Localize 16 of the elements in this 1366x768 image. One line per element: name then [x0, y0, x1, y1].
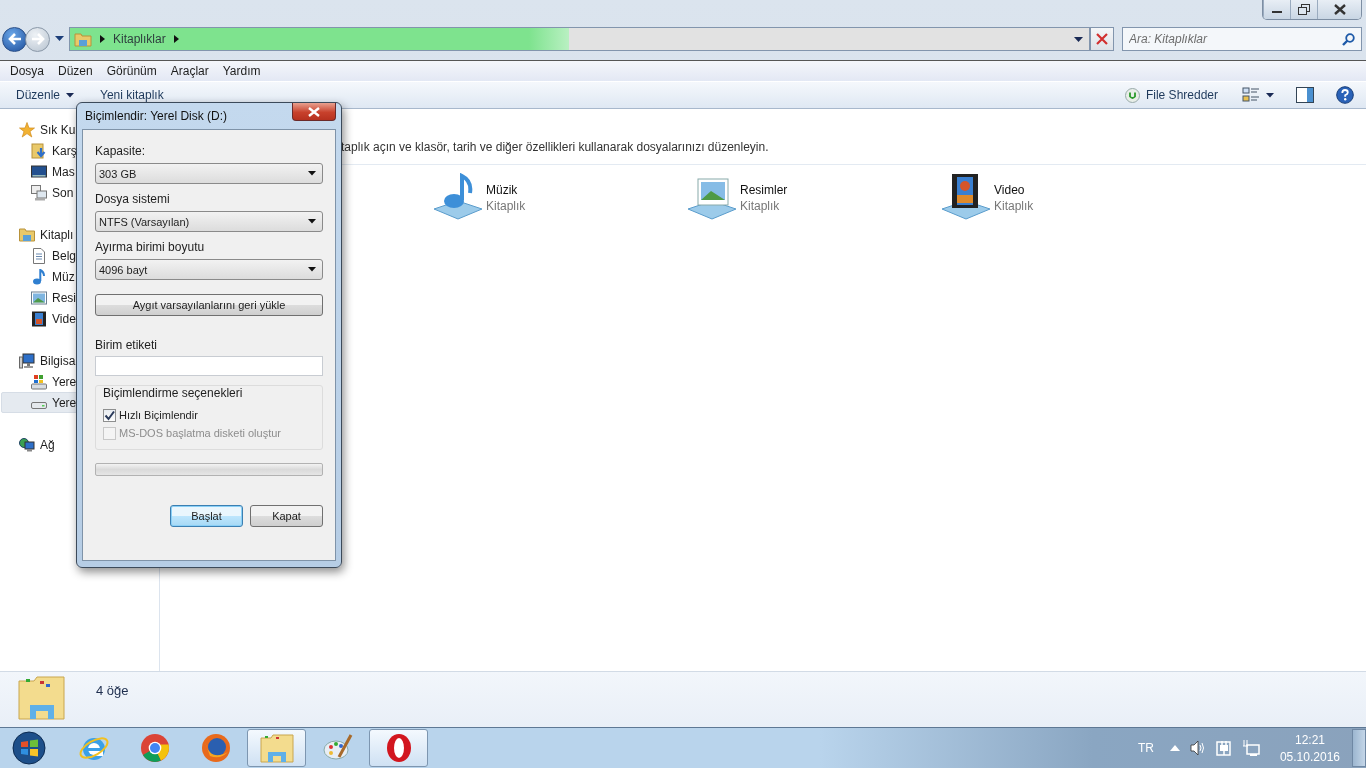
- library-type: Kitaplık: [994, 199, 1034, 213]
- library-type: Kitaplık: [486, 199, 526, 213]
- field-label: Ayırma birimi boyutu: [95, 240, 206, 254]
- library-name: Resimler: [740, 183, 788, 197]
- clock-date: 05.10.2016: [1279, 749, 1340, 764]
- item-count: 4 öğe: [96, 683, 129, 698]
- library-name: Müzik: [486, 183, 519, 197]
- library-type: Kitaplık: [740, 199, 781, 213]
- field-label: Dosya sistemi: [95, 192, 171, 206]
- clock-time: 12:21: [1294, 732, 1325, 747]
- field-label: Birim etiketi: [95, 338, 158, 352]
- dialog-title: Biçimlendir: Yerel Disk (D:): [84, 109, 228, 123]
- field-label: Kapasite:: [95, 144, 147, 158]
- library-description: taplık açın ve klasör, tarih ve diğer özellikleri kullanarak dosyalarınızı düzenleyin.: [341, 139, 1366, 165]
- group-title: Biçimlendirme seçenekleri: [103, 386, 244, 400]
- library-name: Video: [994, 183, 1026, 197]
